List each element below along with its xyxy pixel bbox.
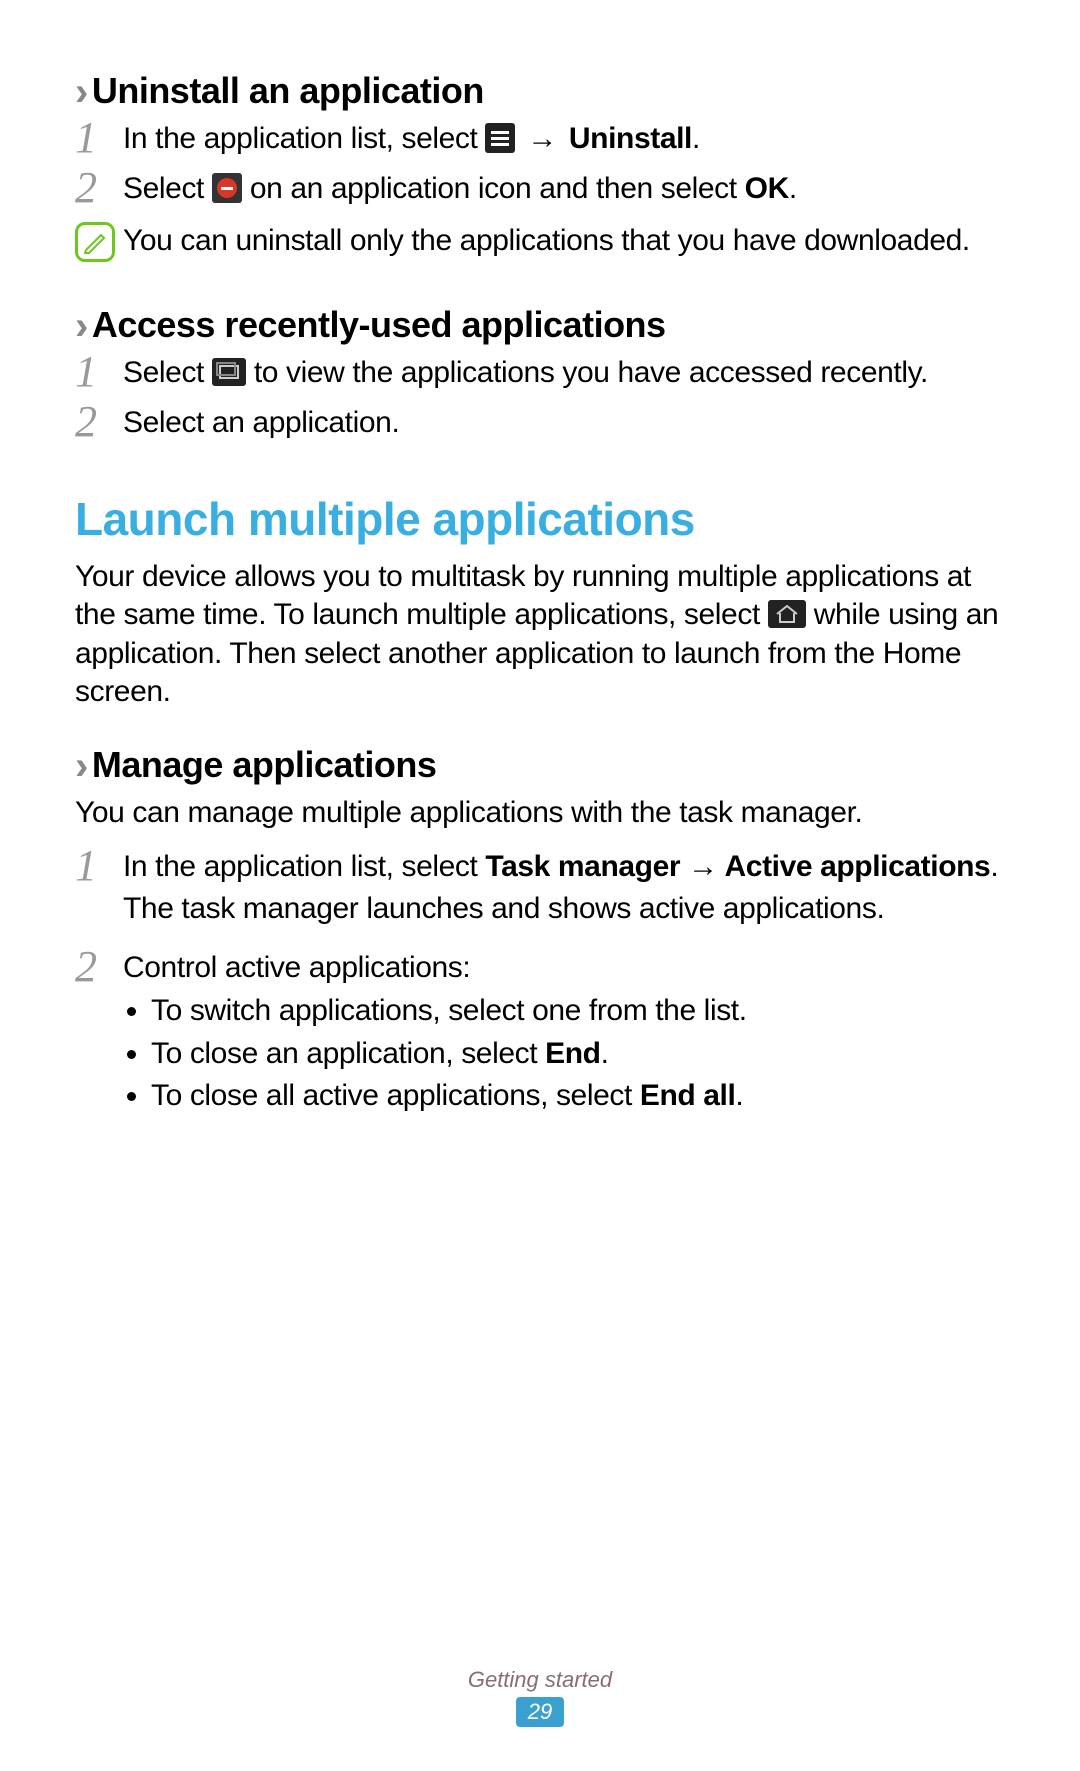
bold-text: OK xyxy=(745,172,789,205)
step-text: Select an application. xyxy=(123,404,1005,442)
text: To close an application, select xyxy=(151,1037,545,1070)
remove-icon xyxy=(212,173,242,203)
step-number: 2 xyxy=(75,400,123,444)
step-text: Control active applications: To switch a… xyxy=(123,949,1005,1119)
arrow: → xyxy=(527,120,557,158)
list-item: To close an application, select End. xyxy=(151,1034,1005,1075)
text: In the application list, select xyxy=(123,850,485,883)
uninstall-step-2: 2 Select on an application icon and then… xyxy=(75,170,1005,214)
manage-step-2: 2 Control active applications: To switch… xyxy=(75,949,1005,1119)
text: To close all active applications, select xyxy=(151,1079,640,1112)
note-row: You can uninstall only the applications … xyxy=(75,222,1005,262)
step-number: 1 xyxy=(75,116,123,160)
step-number: 2 xyxy=(75,166,123,210)
bold-text: Active applications xyxy=(725,850,991,883)
step-text: Select to view the applications you have… xyxy=(123,354,1005,392)
note-icon-wrap xyxy=(75,222,123,262)
text: . xyxy=(692,122,700,155)
footer-section: Getting started xyxy=(0,1667,1080,1693)
page-number: 29 xyxy=(516,1697,564,1727)
step-number: 1 xyxy=(75,844,123,888)
recent-step-2: 2 Select an application. xyxy=(75,404,1005,448)
note-icon xyxy=(75,222,115,262)
text: . xyxy=(789,172,797,205)
list-item: To switch applications, select one from … xyxy=(151,991,1005,1032)
step-text: Select on an application icon and then s… xyxy=(123,170,1005,208)
heading-launch: Launch multiple applications xyxy=(75,492,1005,546)
bold-text: End all xyxy=(640,1079,736,1112)
text: . xyxy=(990,850,998,883)
arrow: → xyxy=(680,850,724,883)
text: Select xyxy=(123,172,212,205)
list-item: To close all active applications, select… xyxy=(151,1076,1005,1117)
heading-uninstall: › Uninstall an application xyxy=(75,70,1005,112)
manage-intro: You can manage multiple applications wit… xyxy=(75,794,1005,832)
recent-step-1: 1 Select to view the applications you ha… xyxy=(75,354,1005,398)
step-number: 2 xyxy=(75,945,123,989)
text: The task manager launches and shows acti… xyxy=(123,892,884,925)
text: to view the applications you have access… xyxy=(254,356,928,389)
page: › Uninstall an application 1 In the appl… xyxy=(0,0,1080,1771)
heading-recent-text: Access recently-used applications xyxy=(92,304,666,346)
bold-text: Uninstall xyxy=(569,122,692,155)
heading-uninstall-text: Uninstall an application xyxy=(92,70,484,112)
launch-paragraph: Your device allows you to multitask by r… xyxy=(75,558,1005,712)
step-number: 1 xyxy=(75,350,123,394)
heading-manage: › Manage applications xyxy=(75,744,1005,786)
recent-apps-icon xyxy=(212,358,246,386)
step-text: In the application list, select Task man… xyxy=(123,848,1005,929)
heading-manage-text: Manage applications xyxy=(92,744,437,786)
heading-recent: › Access recently-used applications xyxy=(75,304,1005,346)
step-text: In the application list, select → Uninst… xyxy=(123,120,1005,158)
bold-text: End xyxy=(545,1037,600,1070)
bold-text: Task manager xyxy=(485,850,680,883)
text: In the application list, select xyxy=(123,122,485,155)
home-icon xyxy=(768,600,806,628)
menu-icon xyxy=(485,123,515,153)
uninstall-step-1: 1 In the application list, select → Unin… xyxy=(75,120,1005,164)
chevron-icon: › xyxy=(75,72,88,112)
text: Select xyxy=(123,356,212,389)
text: . xyxy=(601,1037,609,1070)
chevron-icon: › xyxy=(75,306,88,346)
bullet-list: To switch applications, select one from … xyxy=(123,991,1005,1117)
manage-step-1: 1 In the application list, select Task m… xyxy=(75,848,1005,929)
text: on an application icon and then select xyxy=(250,172,745,205)
page-footer: Getting started 29 xyxy=(0,1667,1080,1727)
text: Control active applications: xyxy=(123,951,470,984)
chevron-icon: › xyxy=(75,746,88,786)
text: . xyxy=(735,1079,743,1112)
note-text: You can uninstall only the applications … xyxy=(123,222,1005,260)
